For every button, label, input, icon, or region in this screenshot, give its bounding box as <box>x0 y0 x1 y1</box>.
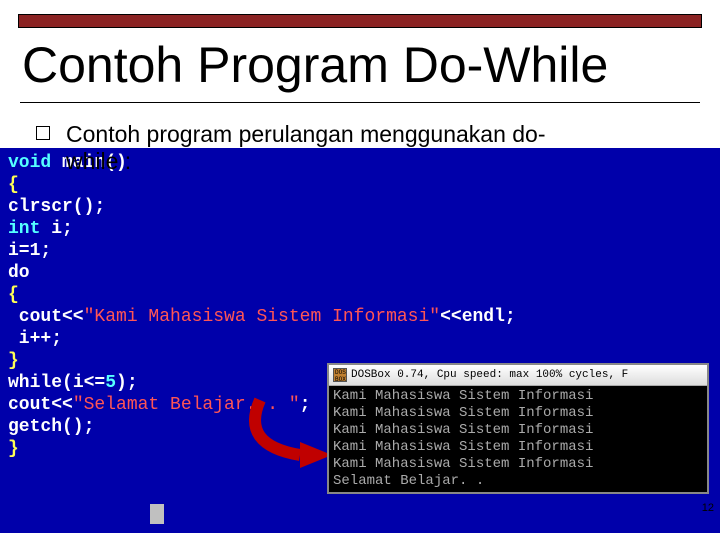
code-brace: } <box>8 351 19 371</box>
output-window: DOS BOX DOSBox 0.74, Cpu speed: max 100%… <box>327 363 709 494</box>
editor-cursor <box>150 504 164 524</box>
output-line: Kami Mahasiswa Sistem Informasi <box>333 439 593 455</box>
bullet-text-wrap: while : <box>66 148 131 175</box>
page-number: 12 <box>702 502 714 514</box>
code-kw: void <box>8 153 51 173</box>
code-brace: { <box>8 175 19 195</box>
code-kw: do <box>8 263 30 283</box>
output-line: Kami Mahasiswa Sistem Informasi <box>333 422 593 438</box>
bullet-text: Contoh program perulangan menggunakan do… <box>66 120 700 150</box>
code-kw: while <box>8 373 62 393</box>
code-num: 5 <box>105 373 116 393</box>
code-text: i++; <box>8 329 62 349</box>
code-text: cout<< <box>8 395 73 415</box>
output-title-text: DOSBox 0.74, Cpu speed: max 100% cycles,… <box>351 369 628 381</box>
code-text: ; <box>300 395 311 415</box>
code-text: i=1; <box>8 241 51 261</box>
code-string: "Selamat Belajar. . " <box>73 395 300 415</box>
output-line: Kami Mahasiswa Sistem Informasi <box>333 405 593 421</box>
code-brace: } <box>8 439 19 459</box>
code-text: (i<= <box>62 373 105 393</box>
output-titlebar: DOS BOX DOSBox 0.74, Cpu speed: max 100%… <box>329 365 707 386</box>
code-text: getch(); <box>8 417 94 437</box>
output-body: Kami Mahasiswa Sistem Informasi Kami Mah… <box>329 386 707 492</box>
output-line: Kami Mahasiswa Sistem Informasi <box>333 388 593 404</box>
code-text: cout<< <box>8 307 84 327</box>
bullet-item: Contoh program perulangan menggunakan do… <box>36 120 700 150</box>
output-line: Selamat Belajar. . <box>333 473 484 489</box>
code-brace: { <box>8 285 19 305</box>
code-text: ); <box>116 373 138 393</box>
code-string: "Kami Mahasiswa Sistem Informasi" <box>84 307 440 327</box>
bullet-icon <box>36 126 50 140</box>
code-kw: int <box>8 219 40 239</box>
title-underline <box>20 102 700 103</box>
code-text: i; <box>40 219 72 239</box>
slide-top-bar <box>18 14 702 28</box>
code-text: clrscr(); <box>8 197 105 217</box>
code-text: <<endl; <box>440 307 516 327</box>
dosbox-icon: DOS BOX <box>333 368 347 382</box>
slide-title: Contoh Program Do-While <box>22 36 698 94</box>
output-line: Kami Mahasiswa Sistem Informasi <box>333 456 593 472</box>
